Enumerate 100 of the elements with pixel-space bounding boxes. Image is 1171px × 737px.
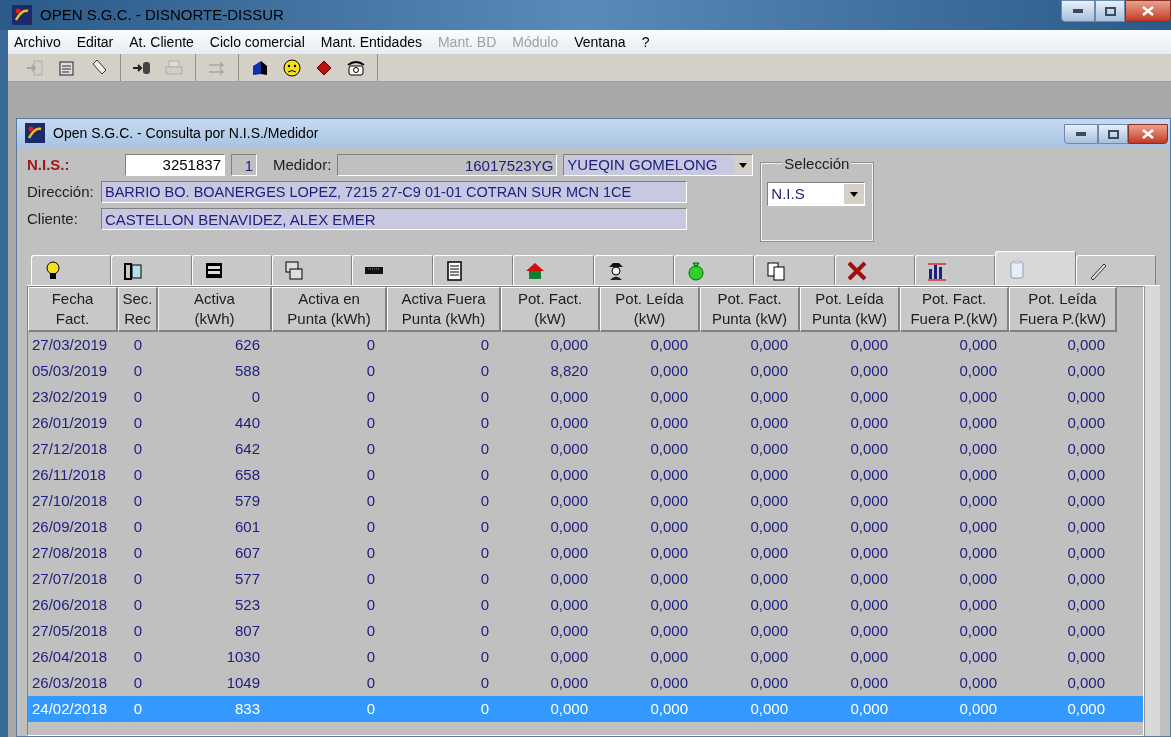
- cliente-field[interactable]: CASTELLON BENAVIDEZ, ALEX EMER: [101, 208, 687, 230]
- table-cell-text: 0,000: [849, 568, 889, 589]
- table-cell-text: 0,000: [1066, 490, 1106, 511]
- table-cell-text: 1049: [225, 672, 261, 693]
- table-cell-text: 0: [365, 672, 376, 693]
- table-row[interactable]: 26/11/2018 0 658 0 0 0,000 0,000 0,000 0,000 0,000 0,000: [28, 462, 1143, 488]
- tab[interactable]: [191, 255, 273, 285]
- column-header[interactable]: Pot. Leída (kW): [600, 287, 700, 332]
- table-cell-text: 0,000: [958, 412, 998, 433]
- column-header[interactable]: Pot. Leída Fuera P.(kW): [1009, 287, 1117, 332]
- table-cell-text: 0: [365, 568, 376, 589]
- tab[interactable]: [914, 255, 996, 285]
- table-row[interactable]: 05/03/2019 0 588 0 0 8,820 0,000 0,000 0,000 0,000 0,000: [28, 358, 1143, 384]
- app-icon: [12, 5, 32, 25]
- table-cell-text: 0,000: [1066, 698, 1106, 719]
- table-row[interactable]: 23/02/2019 0 0 0 0 0,000 0,000 0,000 0,000 0,000 0,000: [28, 384, 1143, 410]
- table-row[interactable]: 26/01/2019 0 440 0 0 0,000 0,000 0,000 0,000 0,000 0,000: [28, 410, 1143, 436]
- table-row[interactable]: 27/08/2018 0 607 0 0 0,000 0,000 0,000 0,000 0,000 0,000: [28, 540, 1143, 566]
- table-cell-text: 0,000: [849, 490, 889, 511]
- table-cell-text: 0,000: [549, 594, 589, 615]
- table-row[interactable]: 27/12/2018 0 642 0 0 0,000 0,000 0,000 0,000 0,000 0,000: [28, 436, 1143, 462]
- column-header[interactable]: Pot. Fact. Fuera P.(kW): [900, 287, 1009, 332]
- maximize-button[interactable]: [1098, 124, 1128, 144]
- face-icon: [282, 57, 302, 78]
- table-cell-text: 0: [365, 620, 376, 641]
- table-cell-text: 642: [233, 438, 261, 459]
- table-cell-text: 0,000: [1066, 672, 1106, 693]
- seleccion-dropdown[interactable]: N.I.S: [767, 182, 866, 206]
- nis-field[interactable]: 3251837: [125, 154, 225, 176]
- scrollbar[interactable]: [1144, 286, 1160, 736]
- column-header[interactable]: Pot. Fact. (kW): [501, 287, 600, 332]
- table-cell-text: 0,000: [958, 698, 998, 719]
- tab[interactable]: [111, 255, 192, 285]
- minimize-icon: [1073, 9, 1083, 13]
- minimize-button[interactable]: [1061, 0, 1095, 22]
- menu-item[interactable]: Mant. Entidades: [320, 31, 422, 53]
- table-row[interactable]: 26/06/2018 0 523 0 0 0,000 0,000 0,000 0,000 0,000 0,000: [28, 592, 1143, 618]
- column-header[interactable]: Activa en Punta (kWh): [272, 287, 387, 332]
- table-cell-text: 0,000: [958, 334, 998, 355]
- table-cell-text: 0,000: [749, 438, 789, 459]
- tab[interactable]: [432, 255, 514, 285]
- table-cell-text: 0: [132, 360, 144, 381]
- column-header[interactable]: Activa (kWh): [158, 287, 272, 332]
- column-header[interactable]: Pot. Fact. Punta (kW): [700, 287, 800, 332]
- medidor-field[interactable]: 16017523YG: [337, 154, 558, 176]
- table-cell-text: 0,000: [649, 594, 689, 615]
- table-row[interactable]: 27/05/2018 0 807 0 0 0,000 0,000 0,000 0,000 0,000 0,000: [28, 618, 1143, 644]
- table-cell-text: 0,000: [958, 516, 998, 537]
- tab[interactable]: [834, 255, 915, 285]
- table-cell-text: 0,000: [749, 698, 789, 719]
- column-header[interactable]: Sec. Rec: [118, 287, 158, 332]
- table-cell-text: 0,000: [749, 646, 789, 667]
- toolbar-button[interactable]: [281, 56, 303, 79]
- tab[interactable]: [593, 255, 674, 285]
- close-button[interactable]: [1128, 124, 1168, 144]
- tab[interactable]: [352, 255, 433, 285]
- column-header[interactable]: Pot. Leída Punta (kW): [800, 287, 900, 332]
- table-cell-text: 0,000: [958, 542, 998, 563]
- table-cell-text: 0,000: [549, 464, 589, 485]
- table-cell-text: 0,000: [749, 490, 789, 511]
- column-header[interactable]: Activa Fuera Punta (kWh): [387, 287, 501, 332]
- nis-suffix-field[interactable]: 1: [231, 154, 257, 176]
- table-cell-text: 0,000: [649, 542, 689, 563]
- table-cell-text: 0,000: [549, 542, 589, 563]
- table-cell-text: 807: [233, 620, 261, 641]
- owner-dropdown[interactable]: YUEQIN GOMELONG: [563, 154, 754, 176]
- table-cell-text: 0,000: [649, 386, 689, 407]
- table-cell-text: 0,000: [958, 438, 998, 459]
- table-cell-text: 0,000: [749, 412, 789, 433]
- table-row[interactable]: 27/07/2018 0 577 0 0 0,000 0,000 0,000 0,000 0,000 0,000: [28, 566, 1143, 592]
- table-row[interactable]: 26/09/2018 0 601 0 0 0,000 0,000 0,000 0,000 0,000 0,000: [28, 514, 1143, 540]
- table-cell-text: 0,000: [649, 698, 689, 719]
- menu-item[interactable]: Archivo: [14, 31, 61, 53]
- medidor-label: Medidor:: [273, 154, 332, 175]
- table-cell-text: 0,000: [1066, 360, 1106, 381]
- table-row[interactable]: 26/04/2018 0 1030 0 0 0,000 0,000 0,000 0,000 0,000 0,000: [28, 644, 1143, 670]
- menu-item[interactable]: ?: [641, 31, 650, 53]
- table-cell-text: 0: [479, 672, 490, 693]
- menu-item[interactable]: Ventana: [574, 31, 626, 53]
- table-cell-text: 0: [479, 620, 490, 641]
- menu-item[interactable]: At. Cliente: [129, 31, 194, 53]
- minimize-button[interactable]: [1064, 124, 1098, 144]
- table-row[interactable]: 27/10/2018 0 579 0 0 0,000 0,000 0,000 0,000 0,000 0,000: [28, 488, 1143, 514]
- table-cell-text: 0,000: [749, 568, 789, 589]
- table-cell-text: 0,000: [649, 334, 689, 355]
- table-cell-text: 0: [479, 698, 490, 719]
- menu-item[interactable]: Editar: [76, 31, 114, 53]
- table-cell-text: 0: [365, 594, 376, 615]
- direccion-field[interactable]: BARRIO BO. BOANERGES LOPEZ, 7215 27-C9 01-01 COTRAN SUR MCN 1CE: [101, 181, 687, 203]
- table-row[interactable]: 26/03/2018 0 1049 0 0 0,000 0,000 0,000 0,000 0,000 0,000: [28, 670, 1143, 696]
- maximize-button[interactable]: [1095, 0, 1125, 22]
- table-cell-text: 0,000: [649, 646, 689, 667]
- column-header[interactable]: Fecha Fact.: [28, 287, 118, 332]
- menu-item[interactable]: Ciclo comercial: [209, 31, 305, 53]
- tab[interactable]: [31, 255, 112, 285]
- close-button[interactable]: [1125, 0, 1171, 22]
- nis-label: N.I.S.:: [27, 154, 71, 175]
- table-cell-text: 0,000: [1066, 542, 1106, 563]
- table-row[interactable]: 27/03/2019 0 626 0 0 0,000 0,000 0,000 0,000 0,000 0,000: [28, 332, 1143, 358]
- table-cell-text: 0: [479, 542, 490, 563]
